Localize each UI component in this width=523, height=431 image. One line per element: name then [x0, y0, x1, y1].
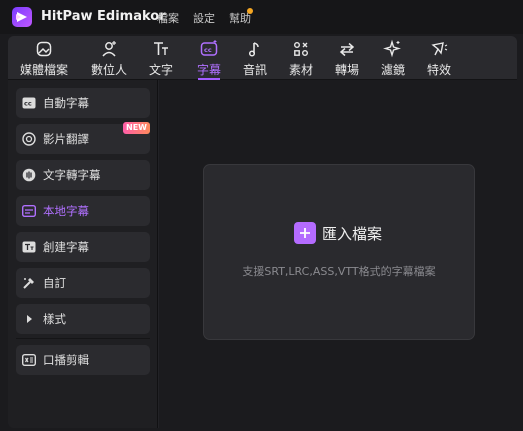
- content-area: 匯入檔案 支援SRT,LRC,ASS,VTT格式的字幕檔案: [159, 80, 517, 428]
- cc-icon: cc: [22, 96, 36, 110]
- tab-transition-label: 轉場: [334, 63, 359, 77]
- menu-file[interactable]: 檔案: [157, 10, 179, 26]
- custom-icon: [22, 276, 36, 290]
- sidebar-item-style[interactable]: 樣式: [16, 304, 150, 334]
- sidebar-item-label: 創建字幕: [43, 240, 89, 254]
- sidebar-item-label: 口播剪輯: [43, 353, 89, 367]
- translate-icon: [22, 132, 36, 146]
- import-hint-text: 支援SRT,LRC,ASS,VTT格式的字幕檔案: [242, 265, 436, 278]
- sidebar-item-local-subtitle[interactable]: 本地字幕: [16, 196, 150, 226]
- tab-assets[interactable]: 素材: [286, 36, 316, 80]
- tab-filter-label: 濾鏡: [380, 63, 405, 77]
- new-badge: NEW: [123, 122, 150, 134]
- local-subtitle-icon: [22, 204, 36, 218]
- import-file-label: 匯入檔案: [322, 224, 383, 243]
- media-icon: [36, 41, 52, 57]
- tab-text-label: 文字: [148, 63, 173, 77]
- svg-text:cc: cc: [204, 46, 212, 54]
- tab-effects[interactable]: 特效: [424, 36, 454, 80]
- sidebar-item-video-translate[interactable]: 影片翻譯 NEW: [16, 122, 150, 154]
- assets-icon: [294, 42, 308, 56]
- subtitle-icon: cc: [200, 40, 218, 56]
- speech-icon: [22, 168, 36, 182]
- app-title: HitPaw Edimakor: [41, 9, 166, 24]
- sidebar-item-voice-edit[interactable]: 口播剪輯: [16, 345, 150, 375]
- svg-text:cc: cc: [24, 100, 32, 108]
- import-file-button[interactable]: 匯入檔案: [294, 221, 382, 245]
- sidebar-item-custom[interactable]: 自訂: [16, 268, 150, 298]
- sidebar-item-label: 影片翻譯: [43, 132, 89, 146]
- sidebar-item-label: 樣式: [43, 312, 66, 326]
- audio-icon: [248, 42, 259, 57]
- title-bar: HitPaw Edimakor 檔案 設定 幫助: [0, 0, 523, 34]
- sidebar-item-label: 本地字幕: [43, 204, 89, 218]
- app-logo-icon: [12, 7, 32, 27]
- transition-icon: [339, 42, 355, 57]
- sidebar-item-create-subtitle[interactable]: 創建字幕: [16, 232, 150, 262]
- sidebar-item-label: 自訂: [43, 276, 66, 290]
- effects-icon: [431, 42, 448, 56]
- tab-media-label: 媒體檔案: [19, 63, 68, 77]
- top-toolbar: 媒體檔案 數位人 文字 cc 字幕 音訊 素材 轉場 濾鏡 特效: [8, 36, 517, 80]
- tab-digital-human[interactable]: 數位人: [86, 36, 132, 80]
- tab-audio-label: 音訊: [242, 63, 267, 77]
- menu-settings[interactable]: 設定: [193, 10, 215, 26]
- filter-icon: [383, 39, 401, 58]
- sidebar-item-label: 文字轉字幕: [43, 168, 101, 182]
- tab-text[interactable]: 文字: [146, 36, 176, 80]
- caret-right-icon: [22, 312, 36, 326]
- sidebar-item-auto-subtitle[interactable]: cc 自動字幕: [16, 88, 150, 118]
- tab-subtitle[interactable]: cc 字幕: [194, 36, 224, 80]
- import-dropzone[interactable]: 匯入檔案 支援SRT,LRC,ASS,VTT格式的字幕檔案: [203, 164, 475, 340]
- plus-icon: [294, 222, 316, 244]
- tab-media[interactable]: 媒體檔案: [16, 36, 72, 80]
- voice-edit-icon: [22, 353, 36, 367]
- tab-digital-human-label: 數位人: [90, 63, 127, 77]
- text-icon: [154, 42, 168, 55]
- tab-effects-label: 特效: [426, 63, 451, 77]
- tab-assets-label: 素材: [288, 63, 313, 77]
- tab-transition[interactable]: 轉場: [332, 36, 362, 80]
- sidebar-item-text-to-subtitle[interactable]: 文字轉字幕: [16, 160, 150, 190]
- notification-dot: [247, 8, 253, 14]
- sidebar-item-label: 自動字幕: [43, 96, 89, 110]
- tab-subtitle-label: 字幕: [196, 63, 221, 77]
- create-subtitle-icon: [22, 240, 36, 254]
- subtitle-sidebar: cc 自動字幕 影片翻譯 NEW 文字轉字幕 本地字幕 創建字幕 自訂 樣式 口…: [8, 80, 158, 428]
- avatar-icon: [102, 41, 116, 57]
- tab-audio[interactable]: 音訊: [240, 36, 270, 80]
- tab-filter[interactable]: 濾鏡: [378, 36, 408, 80]
- sidebar-divider: [16, 338, 150, 339]
- main-panel: 媒體檔案 數位人 文字 cc 字幕 音訊 素材 轉場 濾鏡 特效 cc 自動字幕…: [8, 36, 517, 428]
